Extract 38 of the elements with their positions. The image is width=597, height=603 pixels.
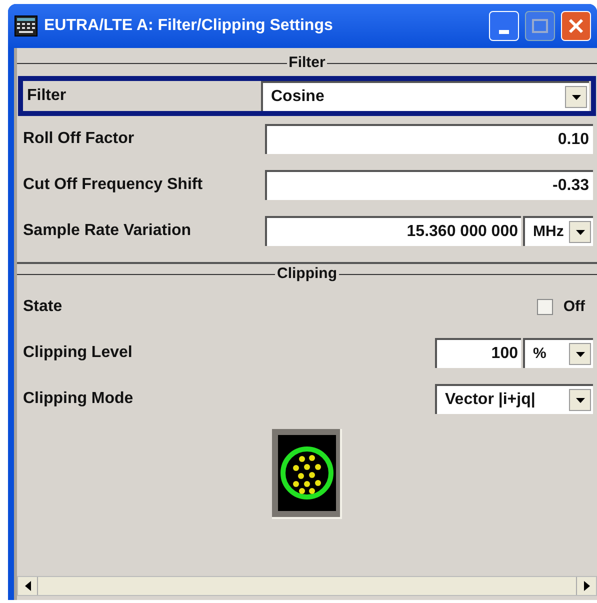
left-arrow-icon [24,581,30,591]
field-label: Filter [27,86,68,106]
number-field[interactable]: 0.10 [265,124,593,154]
minimize-button[interactable] [489,11,519,41]
dropdown-arrow-button[interactable] [565,86,587,108]
maximize-icon [532,19,548,33]
caret-icon [572,94,580,100]
dropdown[interactable]: Cosine [261,81,589,111]
section-heading: Clipping [276,264,338,284]
dropdown-arrow-button[interactable] [569,343,591,365]
keyboard-icon [14,15,38,37]
close-button[interactable] [561,11,591,41]
section-heading: Filter [288,52,326,73]
dropdown-arrow-button[interactable] [569,221,591,243]
field-label: State [23,297,64,317]
checkbox-label: Off [563,296,585,317]
caret-icon [576,230,584,234]
unit-dropdown[interactable]: MHz [523,216,593,246]
field-label: Roll Off Factor [23,129,136,149]
number-field[interactable]: -0.33 [265,170,593,200]
field-label: Cut Off Frequency Shift [23,175,204,195]
field-label: Clipping Mode [23,389,134,409]
number-field[interactable]: 100 [435,338,521,368]
dropdown-arrow-button[interactable] [569,389,591,411]
minimize-icon [499,30,509,34]
close-icon [568,18,584,34]
right-arrow-icon [584,581,590,591]
constellation-button[interactable] [272,429,342,519]
dropdown[interactable]: Vector |i+jq| [435,384,593,414]
field-label: Clipping Level [23,343,134,363]
window-title: EUTRA/LTE A: Filter/Clipping Settings [44,16,334,36]
unit-dropdown[interactable]: % [523,338,593,368]
caret-icon [576,352,584,356]
caret-icon [576,398,584,402]
checkbox[interactable] [537,299,554,315]
field-label: Sample Rate Variation [23,221,192,241]
number-field[interactable]: 15.360 000 000 [265,216,521,246]
scrollbar[interactable] [17,576,597,596]
